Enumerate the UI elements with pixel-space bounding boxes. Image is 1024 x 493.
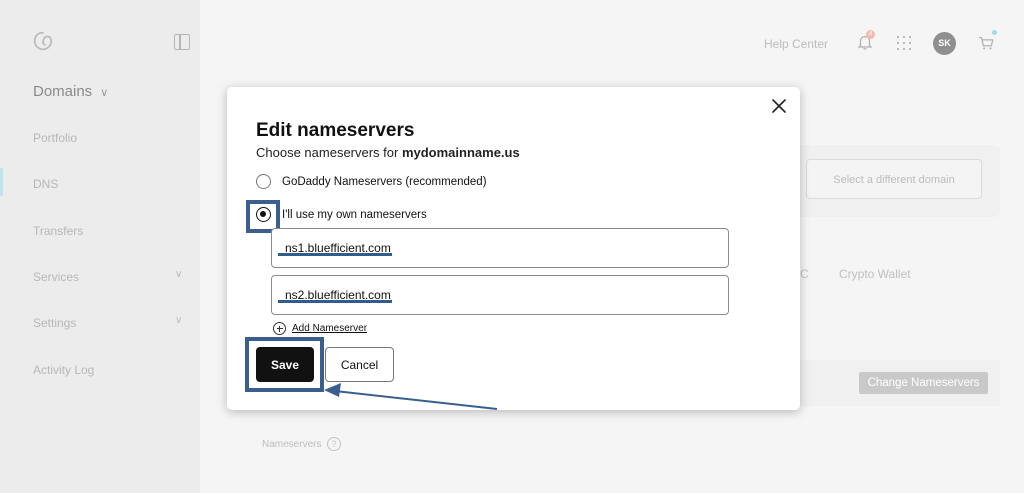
select-different-domain-button[interactable]: Select a different domain (806, 159, 982, 199)
sidebar-item-portfolio[interactable]: Portfolio (33, 131, 77, 145)
edit-nameservers-dialog: Edit nameservers Choose nameservers for … (227, 87, 800, 410)
sidebar-item-services[interactable]: Services ∨ (33, 269, 182, 284)
annotation-underline-ns1 (278, 253, 392, 256)
sidebar-item-dns[interactable]: DNS (33, 177, 58, 191)
nameserver-1-input[interactable] (271, 228, 729, 268)
subtitle-text: Choose nameservers for (256, 145, 402, 160)
nav-domains-label: Domains (33, 83, 93, 100)
annotation-underline-ns2 (278, 300, 392, 303)
radio-own-label[interactable]: I'll use my own nameservers (282, 209, 427, 221)
tab-partial[interactable]: C (800, 267, 809, 281)
sidebar-item-settings[interactable]: Settings ∨ (33, 315, 182, 330)
close-icon[interactable] (770, 97, 788, 115)
sidebar-item-activity-log[interactable]: Activity Log (33, 363, 94, 377)
avatar[interactable]: SK (933, 32, 956, 55)
godaddy-logo-icon[interactable] (32, 30, 54, 52)
dialog-title: Edit nameservers (256, 120, 415, 141)
radio-godaddy-label[interactable]: GoDaddy Nameservers (recommended) (282, 176, 487, 188)
radio-godaddy-nameservers[interactable] (256, 174, 271, 189)
help-center-link[interactable]: Help Center (764, 37, 828, 51)
sidebar-item-label: Services (33, 270, 80, 284)
sidebar-item-label: Portfolio (33, 131, 78, 145)
sidebar-item-label: Settings (33, 316, 77, 330)
chevron-down-icon: ∨ (175, 315, 183, 326)
nameserver-2-input[interactable] (271, 275, 729, 315)
sidebar-item-transfers[interactable]: Transfers (33, 224, 83, 238)
cancel-button[interactable]: Cancel (325, 347, 394, 382)
nameservers-label: Nameservers (262, 439, 322, 450)
sidebar-item-label: DNS (33, 177, 59, 191)
add-nameserver-link[interactable]: Add Nameserver (273, 322, 367, 335)
save-button[interactable]: Save (256, 347, 314, 382)
sidebar-item-label: Transfers (33, 224, 84, 238)
tab-crypto-wallet[interactable]: Crypto Wallet (839, 267, 911, 281)
plus-circle-icon (273, 322, 286, 335)
apps-grid-icon[interactable] (897, 36, 911, 50)
dialog-subtitle: Choose nameservers for mydomainname.us (256, 145, 520, 160)
chevron-down-icon: ∨ (175, 269, 183, 280)
notification-badge: 4 (866, 30, 875, 39)
help-circle-icon[interactable]: ? (327, 437, 341, 451)
cart-icon[interactable] (977, 34, 995, 52)
change-nameservers-button[interactable]: Change Nameservers (859, 372, 988, 394)
sidebar: Domains ∨ Portfolio DNS Transfers Service… (0, 0, 200, 493)
add-nameserver-label: Add Nameserver (292, 323, 368, 334)
radio-own-nameservers[interactable] (256, 207, 271, 222)
sidebar-item-label: Activity Log (33, 363, 95, 377)
domain-name: mydomainname.us (401, 145, 520, 160)
cart-indicator-dot (992, 30, 997, 35)
collapse-sidebar-icon[interactable] (174, 34, 190, 50)
nav-domains-heading[interactable]: Domains ∨ (33, 83, 108, 100)
active-nav-indicator (0, 168, 3, 196)
chevron-down-icon: ∨ (100, 87, 109, 99)
